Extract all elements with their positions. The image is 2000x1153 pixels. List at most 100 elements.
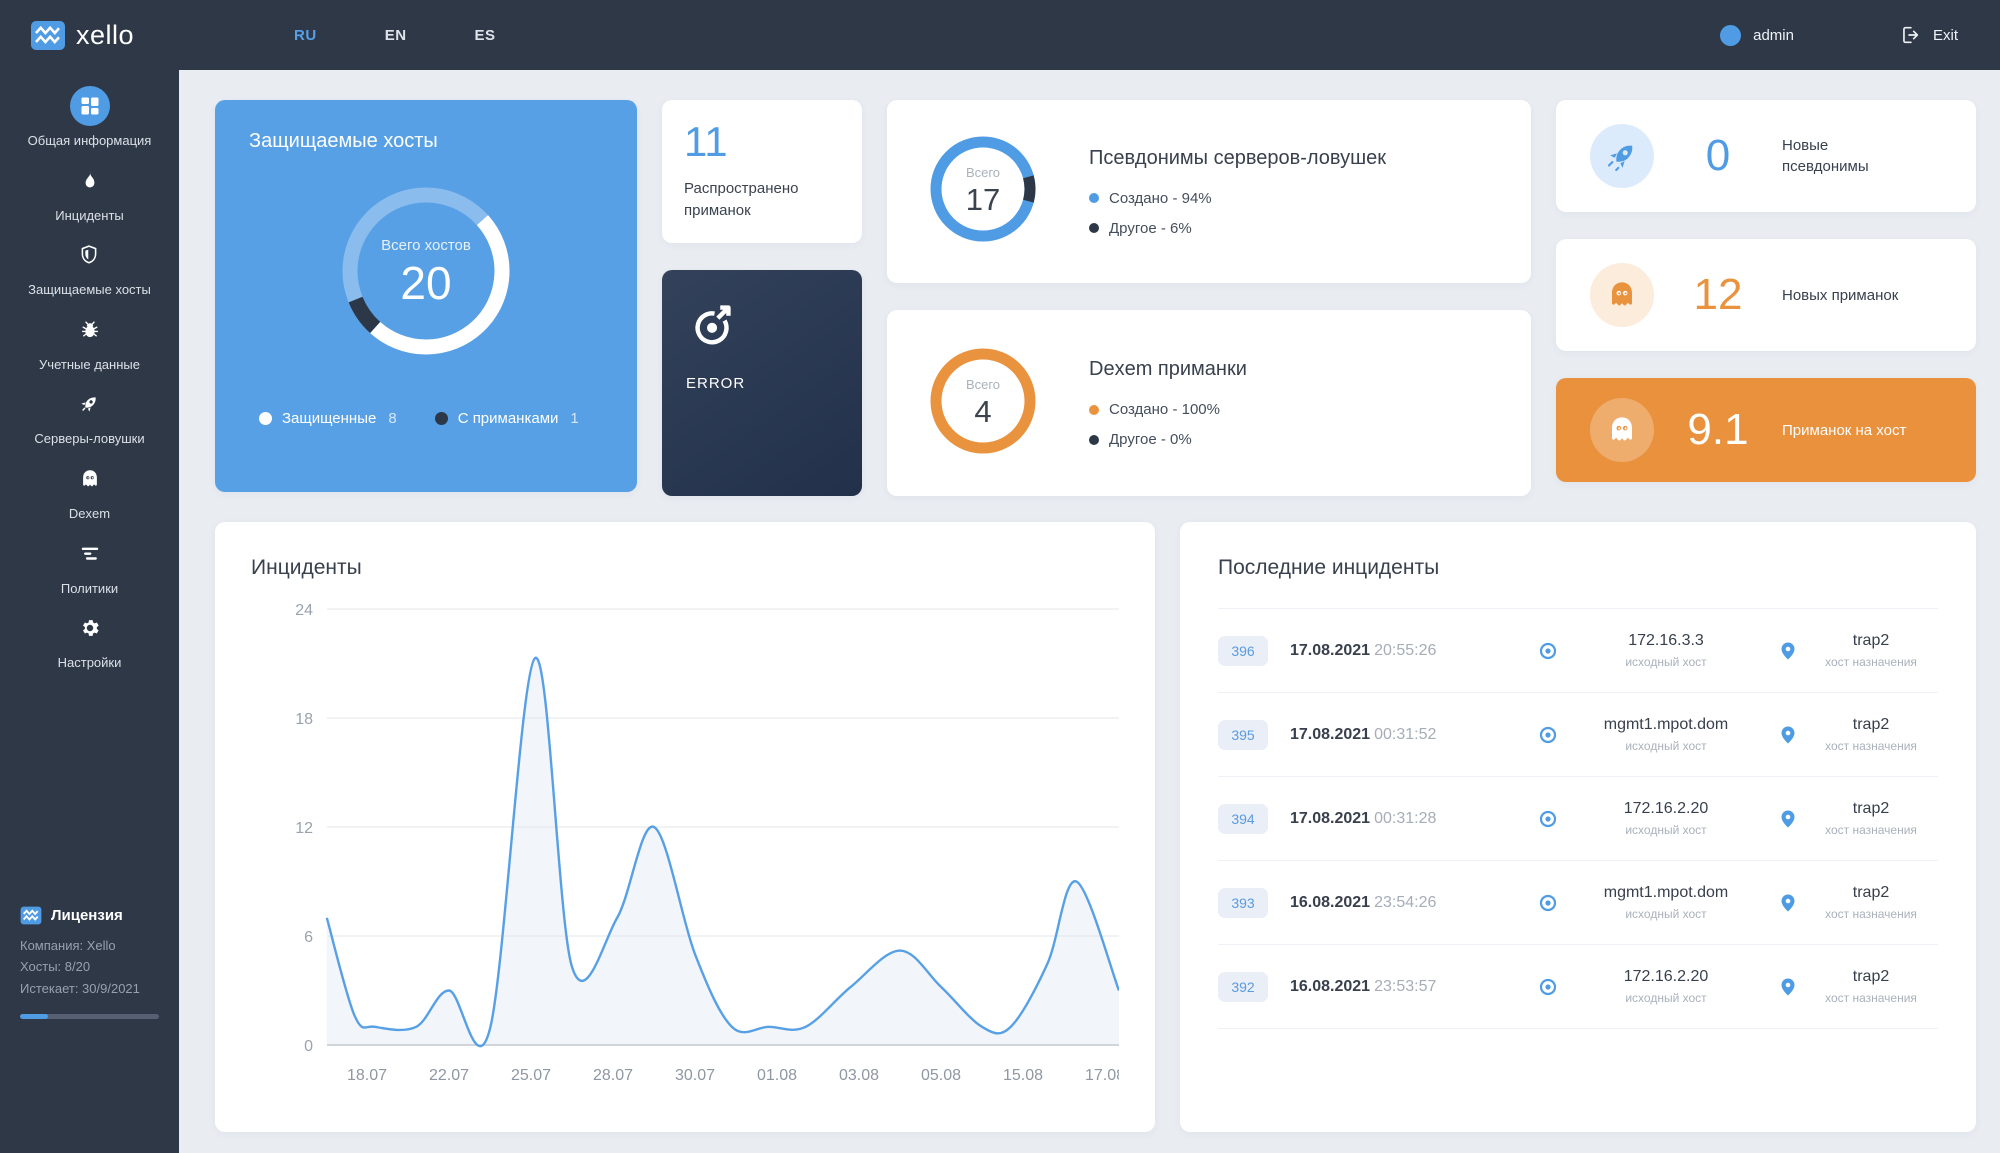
trap-aliases-card: Всего 17 Псевдонимы серверов-ловушек Соз…: [887, 100, 1531, 283]
legend-dot: [1089, 435, 1099, 445]
hosts-donut: Всего хостов 20: [326, 171, 526, 376]
source-host: mgmt1.mpot.dom: [1564, 884, 1768, 902]
donut-center: Всего хостов 20: [326, 171, 526, 376]
pin-icon: [1778, 809, 1798, 829]
topbar-right: admin Exit: [1720, 24, 1958, 46]
decoys-per-host-card: 9.1 Приманок на хост: [1556, 378, 1976, 482]
lang-tab-ru[interactable]: RU: [284, 21, 327, 50]
incident-time: 23:54:26: [1374, 894, 1436, 911]
lang-tab-es[interactable]: ES: [465, 21, 506, 50]
exit-label: Exit: [1933, 27, 1958, 44]
incident-id-badge: 396: [1218, 636, 1268, 666]
incident-row[interactable]: 392 16.08.202123:53:57 172.16.2.20 исход…: [1218, 944, 1938, 1028]
legend-item: Другое - 6%: [1089, 220, 1386, 237]
sidebar-item-bug[interactable]: Учетные данные: [39, 310, 140, 373]
new-decoys-card: 12 Новых приманок: [1556, 239, 1976, 351]
destination-host: trap2: [1804, 632, 1938, 650]
target-icon: [1538, 893, 1558, 913]
info-label: Новые псевдонимы: [1782, 135, 1912, 177]
target-icon: [1538, 977, 1558, 997]
svg-text:17.08: 17.08: [1085, 1067, 1119, 1084]
legend-dot: [435, 412, 448, 425]
error-card[interactable]: ERROR: [662, 270, 862, 496]
legend-value: 1: [570, 410, 578, 427]
chart-title: Инциденты: [251, 556, 1119, 580]
dashboard-icon: [70, 86, 110, 126]
info-value: 12: [1670, 270, 1766, 320]
legend-item: Защищенные8: [259, 410, 397, 427]
legend-value: 8: [388, 410, 396, 427]
ghost-icon: [70, 459, 110, 499]
source-host-label: исходный хост: [1564, 823, 1768, 837]
brand[interactable]: xello: [30, 20, 134, 51]
incident-row[interactable]: 395 17.08.202100:31:52 mgmt1.mpot.dom ис…: [1218, 692, 1938, 776]
aliases-donut: Всего 17: [923, 129, 1043, 254]
incident-datetime: 17.08.202100:31:28: [1290, 810, 1528, 828]
incident-time: 20:55:26: [1374, 642, 1436, 659]
new-aliases-card: 0 Новые псевдонимы: [1556, 100, 1976, 212]
incident-datetime: 16.08.202123:54:26: [1290, 894, 1528, 912]
xello-logo-icon: [30, 20, 66, 51]
legend-item: С приманками 1: [435, 410, 579, 427]
sidebar-item-dashboard[interactable]: Общая информация: [28, 86, 152, 149]
lang-tab-en[interactable]: EN: [375, 21, 417, 50]
sidebar-item-label: Защищаемые хосты: [28, 282, 151, 298]
incidents-list: 396 17.08.202120:55:26 172.16.3.3 исходн…: [1218, 608, 1938, 1029]
protected-hosts-card: Защищаемые хосты Всего хостов 20 Защищен…: [215, 100, 637, 492]
sidebar-item-shield[interactable]: Защищаемые хосты: [28, 235, 151, 298]
svg-text:24: 24: [295, 602, 313, 619]
sidebar-item-filter[interactable]: Политики: [61, 534, 118, 597]
user-menu[interactable]: admin: [1720, 25, 1794, 46]
exit-button[interactable]: Exit: [1899, 24, 1958, 46]
incident-datetime: 17.08.202120:55:26: [1290, 642, 1528, 660]
donut-center-label: Всего: [966, 377, 1000, 392]
sidebar-item-gear[interactable]: Настройки: [58, 608, 122, 671]
avatar: [1720, 25, 1741, 46]
license-progressbar: [20, 1014, 159, 1019]
sidebar-item-ghost[interactable]: Dexem: [69, 459, 110, 522]
legend-label: Создано - 100%: [1109, 401, 1220, 418]
destination-host-label: хост назначения: [1804, 907, 1938, 921]
destination-host: trap2: [1804, 800, 1938, 818]
summary-row: Защищаемые хосты Всего хостов 20 Защищен…: [215, 100, 1976, 496]
icon-circle: [1590, 398, 1654, 462]
exit-icon: [1899, 24, 1921, 46]
svg-text:18.07: 18.07: [347, 1067, 387, 1084]
license-logo-icon: [20, 906, 42, 925]
destination-host-label: хост назначения: [1804, 655, 1938, 669]
legend-label: С приманками: [458, 410, 559, 427]
incident-id-badge: 393: [1218, 888, 1268, 918]
dexem-legend: Создано - 100%Другое - 0%: [1089, 401, 1247, 448]
distributed-decoys-card: 11 Распространено приманок: [662, 100, 862, 243]
incident-source: mgmt1.mpot.dom исходный хост: [1564, 884, 1768, 921]
stat-value: 11: [684, 118, 840, 166]
donut-center-value: 20: [400, 256, 451, 310]
svg-text:25.07: 25.07: [511, 1067, 551, 1084]
sidebar-item-label: Инциденты: [55, 208, 124, 224]
incidents-area-chart: 0612182418.0722.0725.0728.0730.0701.0803…: [251, 588, 1119, 1093]
incident-date: 16.08.2021: [1290, 978, 1370, 995]
incident-row[interactable]: 394 17.08.202100:31:28 172.16.2.20 исход…: [1218, 776, 1938, 860]
sidebar-item-flame[interactable]: Инциденты: [55, 161, 124, 224]
target-icon: [1538, 809, 1558, 829]
incident-id-badge: 394: [1218, 804, 1268, 834]
sidebar-item-label: Общая информация: [28, 133, 152, 149]
legend-dot: [259, 412, 272, 425]
pin-icon: [1778, 977, 1798, 997]
icon-circle: [1590, 263, 1654, 327]
legend-dot: [1089, 193, 1099, 203]
incident-row[interactable]: 393 16.08.202123:54:26 mgmt1.mpot.dom ис…: [1218, 860, 1938, 944]
incident-destination: trap2 хост назначения: [1804, 632, 1938, 669]
svg-text:12: 12: [295, 820, 313, 837]
donut-center: Всего 17: [923, 129, 1043, 254]
license-company: Компания: Xello: [20, 935, 159, 956]
donut-center-value: 17: [966, 182, 1000, 218]
incident-destination: trap2 хост назначения: [1804, 800, 1938, 837]
source-host: 172.16.3.3: [1564, 632, 1768, 650]
info-label: Новых приманок: [1782, 285, 1898, 306]
incident-id-badge: 395: [1218, 720, 1268, 750]
stat-label: Распространено приманок: [684, 178, 840, 222]
ghost-icon: [1606, 279, 1638, 311]
sidebar-item-rocket[interactable]: Серверы-ловушки: [34, 384, 144, 447]
incident-row[interactable]: 396 17.08.202120:55:26 172.16.3.3 исходн…: [1218, 608, 1938, 692]
